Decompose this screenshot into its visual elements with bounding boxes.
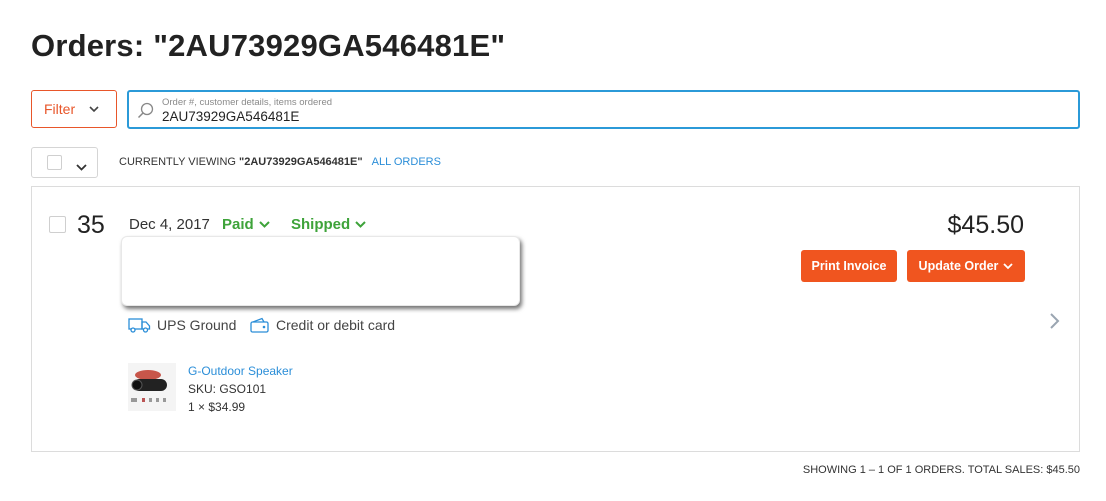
payment-status-label: Paid bbox=[222, 216, 254, 233]
all-orders-link[interactable]: ALL ORDERS bbox=[372, 156, 441, 168]
chevron-down-icon bbox=[258, 215, 270, 232]
print-invoice-label: Print Invoice bbox=[811, 259, 887, 273]
shipping-method: UPS Ground bbox=[128, 317, 236, 333]
chevron-down-icon bbox=[355, 215, 366, 232]
viewing-query: "2AU73929GA546481E" bbox=[239, 156, 363, 168]
fulfillment-status-label: Shipped bbox=[291, 216, 351, 233]
search-placeholder: Order #, customer details, items ordered bbox=[162, 97, 333, 108]
product-name-link[interactable]: G-Outdoor Speaker bbox=[188, 364, 293, 378]
order-card[interactable]: 35 Dec 4, 2017 Paid Shipped $45.50 Print… bbox=[31, 186, 1080, 452]
shipping-method-label: UPS Ground bbox=[157, 317, 237, 333]
bulk-select-dropdown[interactable] bbox=[31, 147, 98, 178]
print-invoice-button[interactable]: Print Invoice bbox=[801, 250, 897, 282]
order-total: $45.50 bbox=[947, 211, 1024, 239]
wallet-icon bbox=[250, 317, 269, 333]
viewing-prefix: CURRENTLY VIEWING bbox=[119, 156, 236, 168]
payment-status-dropdown[interactable]: Paid bbox=[222, 215, 270, 233]
order-date: Dec 4, 2017 bbox=[129, 216, 210, 233]
filter-button[interactable]: Filter bbox=[31, 90, 117, 128]
select-all-checkbox[interactable] bbox=[47, 155, 62, 170]
truck-icon bbox=[128, 318, 151, 333]
filter-label: Filter bbox=[44, 101, 76, 117]
update-order-button[interactable]: Update Order bbox=[907, 250, 1025, 282]
payment-method-label: Credit or debit card bbox=[276, 317, 396, 333]
fulfillment-status-dropdown[interactable]: Shipped bbox=[291, 215, 366, 233]
search-icon bbox=[137, 102, 155, 125]
product-sku: SKU: GSO101 bbox=[188, 382, 267, 396]
payment-method: Credit or debit card bbox=[250, 317, 395, 333]
chevron-down-icon bbox=[89, 105, 99, 113]
search-box[interactable]: Order #, customer details, items ordered bbox=[127, 90, 1080, 129]
order-checkbox[interactable] bbox=[49, 216, 66, 233]
current-view-info: CURRENTLY VIEWING "2AU73929GA546481E" AL… bbox=[119, 156, 441, 168]
chevron-down-icon bbox=[1003, 262, 1014, 270]
chevron-down-icon[interactable] bbox=[76, 158, 87, 176]
customer-details-panel bbox=[121, 236, 520, 306]
update-order-label: Update Order bbox=[918, 259, 999, 273]
search-input[interactable] bbox=[162, 109, 762, 124]
order-number: 35 bbox=[77, 211, 105, 239]
chevron-right-icon[interactable] bbox=[1049, 312, 1061, 335]
page-title: Orders: "2AU73929GA546481E" bbox=[31, 28, 506, 63]
product-thumbnail[interactable] bbox=[128, 363, 176, 411]
orders-summary: SHOWING 1 – 1 OF 1 ORDERS. TOTAL SALES: … bbox=[802, 464, 1080, 476]
product-quantity-price: 1 × $34.99 bbox=[188, 400, 246, 414]
